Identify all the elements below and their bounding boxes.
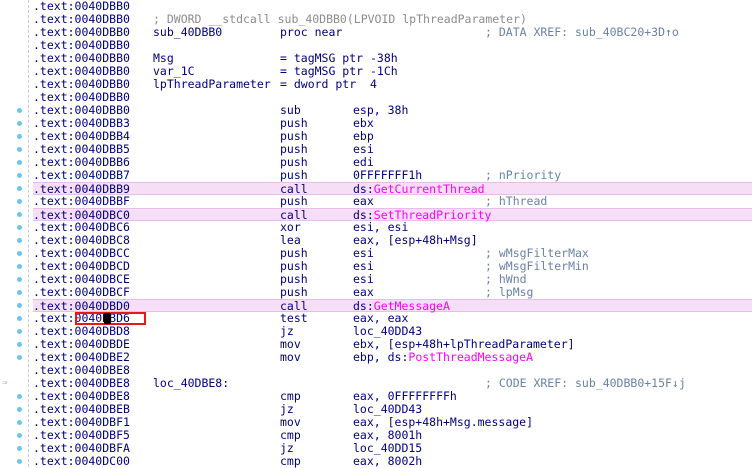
- operand-text: ebx, [esp+48h+lpThreadParameter]: [353, 337, 575, 351]
- row-operands[interactable]: ebp, ds:PostThreadMessageA: [353, 351, 533, 364]
- operand-text: ebp: [353, 129, 374, 143]
- row-comment: ; CODE XREF: sub_40DBB0+15F↓j: [485, 376, 686, 390]
- listing-row[interactable]: .text:0040DBB9 call ds:GetCurrentThread: [33, 182, 752, 196]
- breakpoint-dot-icon[interactable]: [17, 329, 22, 334]
- operand-text: eax: [353, 285, 374, 299]
- row-address[interactable]: .text:0040DBBF: [33, 195, 130, 208]
- xref-arrow-icon: ⇒: [2, 378, 8, 388]
- breakpoint-dot-icon[interactable]: [17, 316, 22, 321]
- listing-row[interactable]: .text:0040DBB0 lpThreadParameter = dword p…: [33, 78, 752, 91]
- listing-row[interactable]: .text:0040DBBF push eax ; hThread: [33, 195, 752, 208]
- breakpoint-dot-icon[interactable]: [17, 251, 22, 256]
- row-address[interactable]: .text:0040DC00: [33, 455, 130, 468]
- row-mnemonic[interactable]: = dword ptr 4: [280, 78, 377, 91]
- row-operands[interactable]: eax: [353, 286, 374, 299]
- operand-text: loc_40DD43: [353, 402, 423, 416]
- operand-text: 0FFFFFFF1h: [353, 168, 423, 182]
- operand-text: loc_40DD43: [353, 324, 423, 338]
- breakpoint-dot-icon[interactable]: [17, 212, 22, 217]
- operand-text: eax: [353, 194, 374, 208]
- text-caret: [104, 313, 111, 324]
- row-address[interactable]: .text:0040DBB7: [33, 169, 130, 182]
- listing-row[interactable]: .text:0040DC00 cmp eax, 8002h: [33, 455, 752, 468]
- breakpoint-gutter[interactable]: ⇒: [0, 0, 30, 467]
- operand-text: eax, eax: [353, 311, 409, 325]
- row-operands[interactable]: 0FFFFFFF1h: [353, 169, 422, 182]
- listing-row[interactable]: .text:0040DBB0 var_1C = tagMSG ptr -1Ch: [33, 65, 752, 78]
- row-address[interactable]: .text:0040DBCF: [33, 286, 130, 299]
- breakpoint-dot-icon[interactable]: [17, 407, 22, 412]
- listing-row[interactable]: .text:0040DBB0 sub esp, 38h: [33, 104, 752, 117]
- breakpoint-dot-icon[interactable]: [17, 108, 22, 113]
- breakpoint-dot-icon[interactable]: [17, 277, 22, 282]
- operand-text: eax, 0FFFFFFFFh: [353, 389, 457, 403]
- operand-text: esi: [353, 272, 374, 286]
- operand-text: esi: [353, 259, 374, 273]
- listing-row[interactable]: .text:0040DBB7 push 0FFFFFFF1h ; nPriority: [33, 169, 752, 182]
- row-comment: ; DATA XREF: sub_40BC20+3D↑o: [485, 25, 679, 39]
- breakpoint-dot-icon[interactable]: [17, 459, 22, 464]
- breakpoint-dot-icon[interactable]: [17, 355, 22, 360]
- listing-row[interactable]: .text:0040DBB4 push ebp: [33, 130, 752, 143]
- breakpoint-dot-icon[interactable]: [17, 134, 22, 139]
- row-mnemonic[interactable]: cmp: [280, 455, 301, 468]
- breakpoint-dot-icon[interactable]: [17, 147, 22, 152]
- row-label[interactable]: lpThreadParameter: [153, 78, 271, 91]
- operand-text: esi: [353, 142, 374, 156]
- listing-row[interactable]: .text:0040DBB3 push ebx: [33, 117, 752, 130]
- listing-row[interactable]: .text:0040DBC8 lea eax, [esp+48h+Msg]: [33, 234, 752, 247]
- breakpoint-dot-icon[interactable]: [17, 160, 22, 165]
- listing-row[interactable]: .text:0040DBCE push esi; hWnd: [33, 273, 752, 286]
- breakpoint-dot-icon[interactable]: [17, 121, 22, 126]
- breakpoint-dot-icon[interactable]: [17, 225, 22, 230]
- disassembly-listing[interactable]: .text:0040DBB0 .text:0040DBB0; DWORD __st…: [33, 0, 752, 468]
- breakpoint-dot-icon[interactable]: [17, 290, 22, 295]
- row-operands[interactable]: eax, 8002h: [353, 455, 422, 468]
- operand-text: esi, esi: [353, 220, 409, 234]
- operand-text: eax, 8002h: [353, 454, 423, 468]
- operand-text: eax, [esp+48h+Msg]: [353, 233, 478, 247]
- operand-text: eax, [esp+48h+Msg.message]: [353, 415, 534, 429]
- row-mnemonic[interactable]: push: [280, 195, 308, 208]
- listing-row[interactable]: .text:0040DBCD push esi; wMsgFilterMin: [33, 260, 752, 273]
- row-mnemonic[interactable]: proc near: [280, 26, 342, 39]
- row-comment: ; lpMsg: [485, 285, 534, 299]
- gutter-divider: [28, 0, 30, 467]
- row-comment: ; nPriority: [485, 168, 562, 182]
- listing-row[interactable]: .text:0040DBB0 sub_40DBB0 proc near; DATA …: [33, 26, 752, 39]
- row-mnemonic[interactable]: mov: [280, 351, 301, 364]
- import-function-name[interactable]: GetCurrentThread: [374, 182, 485, 196]
- breakpoint-dot-icon[interactable]: [17, 303, 22, 308]
- breakpoint-dot-icon[interactable]: [17, 173, 22, 178]
- breakpoint-dot-icon[interactable]: [17, 446, 22, 451]
- row-label[interactable]: sub_40DBB0: [153, 26, 222, 39]
- listing-row[interactable]: .text:0040DBCC push esi; wMsgFilterMax: [33, 247, 752, 260]
- breakpoint-dot-icon[interactable]: [17, 238, 22, 243]
- breakpoint-dot-icon[interactable]: [17, 264, 22, 269]
- import-function-name[interactable]: PostThreadMessageA: [408, 350, 533, 364]
- operand-text: esp, 38h: [353, 103, 409, 117]
- row-label[interactable]: loc_40DBE8:: [153, 377, 229, 390]
- row-comment: ; hThread: [485, 194, 548, 208]
- operand-text: ebp, ds:: [353, 350, 409, 364]
- operand-text: esi: [353, 246, 374, 260]
- operand-text: loc_40DD15: [353, 441, 423, 455]
- row-operands[interactable]: eax: [353, 195, 374, 208]
- operand-text: eax, 8001h: [353, 428, 423, 442]
- breakpoint-dot-icon[interactable]: [17, 420, 22, 425]
- row-mnemonic[interactable]: push: [280, 169, 308, 182]
- listing-row[interactable]: .text:0040DBB5 push esi: [33, 143, 752, 156]
- breakpoint-dot-icon[interactable]: [17, 342, 22, 347]
- breakpoint-dot-icon[interactable]: [17, 199, 22, 204]
- breakpoint-dot-icon[interactable]: [17, 186, 22, 191]
- operand-text: edi: [353, 155, 374, 169]
- row-mnemonic[interactable]: push: [280, 286, 308, 299]
- breakpoint-dot-icon[interactable]: [17, 433, 22, 438]
- listing-row[interactable]: .text:0040DBCF push eax ; lpMsg: [33, 286, 752, 299]
- listing-row[interactable]: .text:0040DBE2 mov ebp, ds:PostThreadMessa…: [33, 351, 752, 364]
- operand-text: ebx: [353, 116, 374, 130]
- breakpoint-dot-icon[interactable]: [17, 394, 22, 399]
